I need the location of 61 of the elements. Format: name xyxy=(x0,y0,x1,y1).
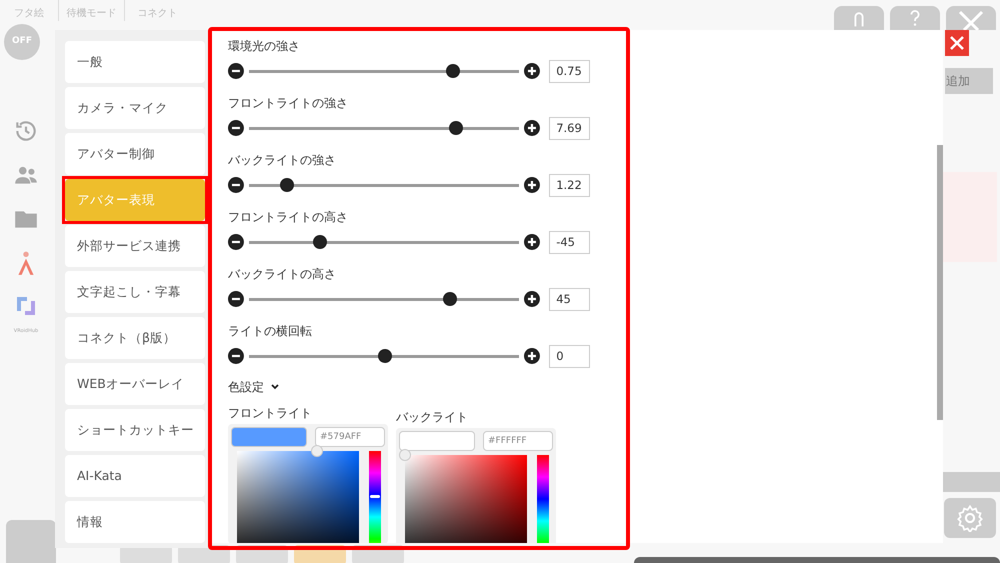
slider-label: フロントライトの強さ xyxy=(228,95,349,112)
menu-item[interactable]: 一般 xyxy=(65,41,205,83)
slider-thumb[interactable] xyxy=(280,178,294,192)
slider-thumb[interactable] xyxy=(312,235,327,249)
slider-thumb[interactable] xyxy=(378,349,392,363)
hex-field[interactable]: #579AFF xyxy=(315,427,385,447)
slider-thumb[interactable] xyxy=(443,292,458,306)
slider-label: フロントライトの高さ xyxy=(228,209,349,226)
minus-icon[interactable] xyxy=(228,177,244,193)
hex-field[interactable]: #FFFFFF xyxy=(483,431,553,451)
slider-label: 環境光の強さ xyxy=(228,38,301,55)
value-field[interactable]: 45 xyxy=(549,288,590,310)
hue-thumb[interactable] xyxy=(370,495,380,498)
menu-item[interactable]: 外部サービス連携 xyxy=(65,225,205,267)
color-cursor[interactable] xyxy=(311,445,324,457)
menu-item[interactable]: WEBオーバーレイ xyxy=(65,363,205,405)
minus-icon[interactable] xyxy=(228,63,244,79)
menu-item[interactable]: ショートカットキー xyxy=(65,409,205,451)
caret-icon[interactable] xyxy=(270,382,280,392)
value-field[interactable]: 1.22 xyxy=(549,174,590,196)
hue-bar[interactable] xyxy=(537,455,549,543)
close-icon[interactable] xyxy=(945,30,969,56)
slider[interactable] xyxy=(248,349,520,363)
value-field[interactable]: 7.69 xyxy=(549,116,590,140)
minus-icon[interactable] xyxy=(228,291,244,307)
minus-icon[interactable] xyxy=(228,348,244,364)
hue-bar[interactable] xyxy=(369,451,381,543)
picker-label: フロントライト xyxy=(228,405,313,422)
plus-icon[interactable] xyxy=(524,177,540,193)
slider-label: バックライトの強さ xyxy=(228,152,337,169)
menu-item[interactable]: 文字起こし・字幕 xyxy=(65,271,205,313)
menu-item[interactable]: AI-Kata xyxy=(65,455,205,497)
menu-item[interactable]: コネクト（β版） xyxy=(65,317,205,359)
plus-icon[interactable] xyxy=(524,291,540,307)
color-cursor[interactable] xyxy=(399,449,411,461)
slider[interactable] xyxy=(248,178,520,192)
color-picker[interactable]: #579AFF xyxy=(228,424,388,543)
menu-item[interactable]: 情報 xyxy=(65,501,205,543)
slider[interactable] xyxy=(248,121,520,135)
slider-label: ライトの横回転 xyxy=(228,323,313,340)
slider[interactable] xyxy=(248,235,520,249)
minus-icon[interactable] xyxy=(228,120,244,136)
scrollbar[interactable] xyxy=(937,145,943,420)
plus-icon[interactable] xyxy=(524,63,540,79)
section-label: 色設定 xyxy=(228,379,264,396)
plus-icon[interactable] xyxy=(524,234,540,250)
slider[interactable] xyxy=(248,292,520,306)
menu-item[interactable]: アバター制御 xyxy=(65,133,205,175)
slider[interactable] xyxy=(248,64,520,78)
value-field[interactable]: 0 xyxy=(549,344,590,368)
value-field[interactable]: 0.75 xyxy=(549,60,590,82)
picker-label: バックライト xyxy=(396,409,469,426)
plus-icon[interactable] xyxy=(524,120,540,136)
slider-thumb[interactable] xyxy=(448,121,463,135)
slider-label: バックライトの高さ xyxy=(228,266,337,283)
menu-item[interactable]: カメラ・マイク xyxy=(65,87,205,129)
value-field[interactable]: -45 xyxy=(549,230,590,254)
slider-thumb[interactable] xyxy=(446,64,460,78)
plus-icon[interactable] xyxy=(524,348,540,364)
color-picker[interactable]: #FFFFFF xyxy=(396,428,556,543)
minus-icon[interactable] xyxy=(228,234,244,250)
